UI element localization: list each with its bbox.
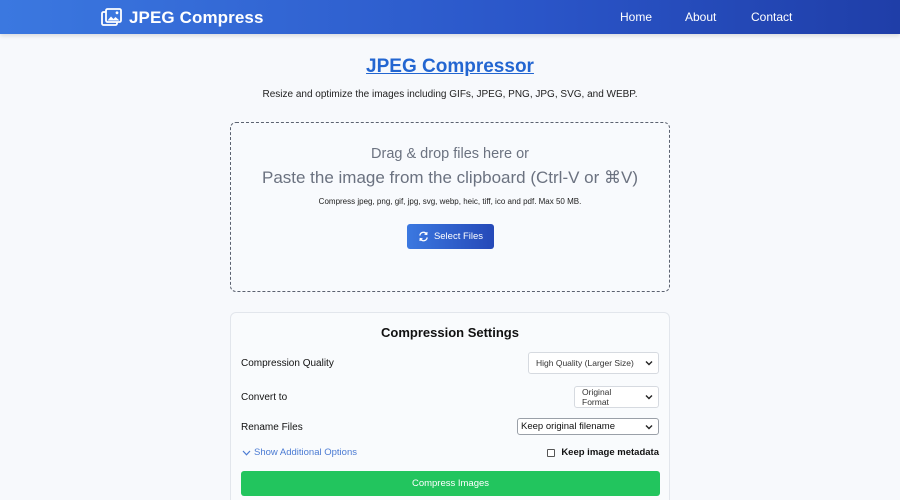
- nav-link-about[interactable]: About: [685, 10, 716, 24]
- chevron-down-icon: [645, 424, 653, 429]
- sync-icon: [419, 231, 428, 242]
- format-select-value: Original Format: [582, 387, 612, 407]
- chevron-down-icon: [645, 361, 653, 366]
- keep-metadata-checkbox[interactable]: [547, 448, 556, 457]
- dropzone-paste-text: Paste the image from the clipboard (Ctrl…: [261, 168, 639, 187]
- quality-select-value: High Quality (Larger Size): [536, 358, 634, 368]
- quality-select[interactable]: High Quality (Larger Size): [528, 352, 659, 374]
- keep-metadata-label: Keep image metadata: [561, 447, 659, 458]
- dropzone-format-hint: Compress jpeg, png, gif, jpg, svg, webp,…: [318, 197, 582, 206]
- show-options-label: Show Additional Options: [254, 447, 357, 458]
- show-additional-options-link[interactable]: Show Additional Options: [242, 447, 357, 458]
- select-files-button[interactable]: Select Files: [407, 224, 494, 249]
- chevron-down-icon: [242, 450, 251, 456]
- rename-select-value: Keep original filename: [521, 421, 616, 432]
- page-title[interactable]: JPEG Compressor: [0, 56, 900, 78]
- convert-label: Convert to: [241, 392, 288, 403]
- compress-images-button[interactable]: Compress Images: [241, 471, 660, 496]
- format-select[interactable]: Original Format: [574, 386, 659, 408]
- compression-settings-panel: Compression Settings Compression Quality…: [230, 312, 670, 500]
- nav-link-contact[interactable]: Contact: [751, 10, 792, 24]
- quality-label: Compression Quality: [241, 358, 334, 369]
- settings-title: Compression Settings: [381, 325, 519, 340]
- chevron-down-icon: [645, 395, 653, 400]
- nav-link-home[interactable]: Home: [620, 10, 652, 24]
- page-subtitle: Resize and optimize the images including…: [262, 89, 638, 100]
- file-dropzone[interactable]: Drag & drop files here or Paste the imag…: [230, 122, 670, 292]
- select-files-label: Select Files: [433, 231, 484, 242]
- dropzone-drag-text: Drag & drop files here or: [371, 146, 529, 162]
- navbar: JPEG Compress Home About Contact: [0, 0, 900, 34]
- nav-menu: Home About Contact: [0, 10, 900, 26]
- keep-metadata-option[interactable]: Keep image metadata: [547, 447, 659, 458]
- rename-label: Rename Files: [241, 422, 303, 433]
- rename-select[interactable]: Keep original filename: [517, 418, 659, 435]
